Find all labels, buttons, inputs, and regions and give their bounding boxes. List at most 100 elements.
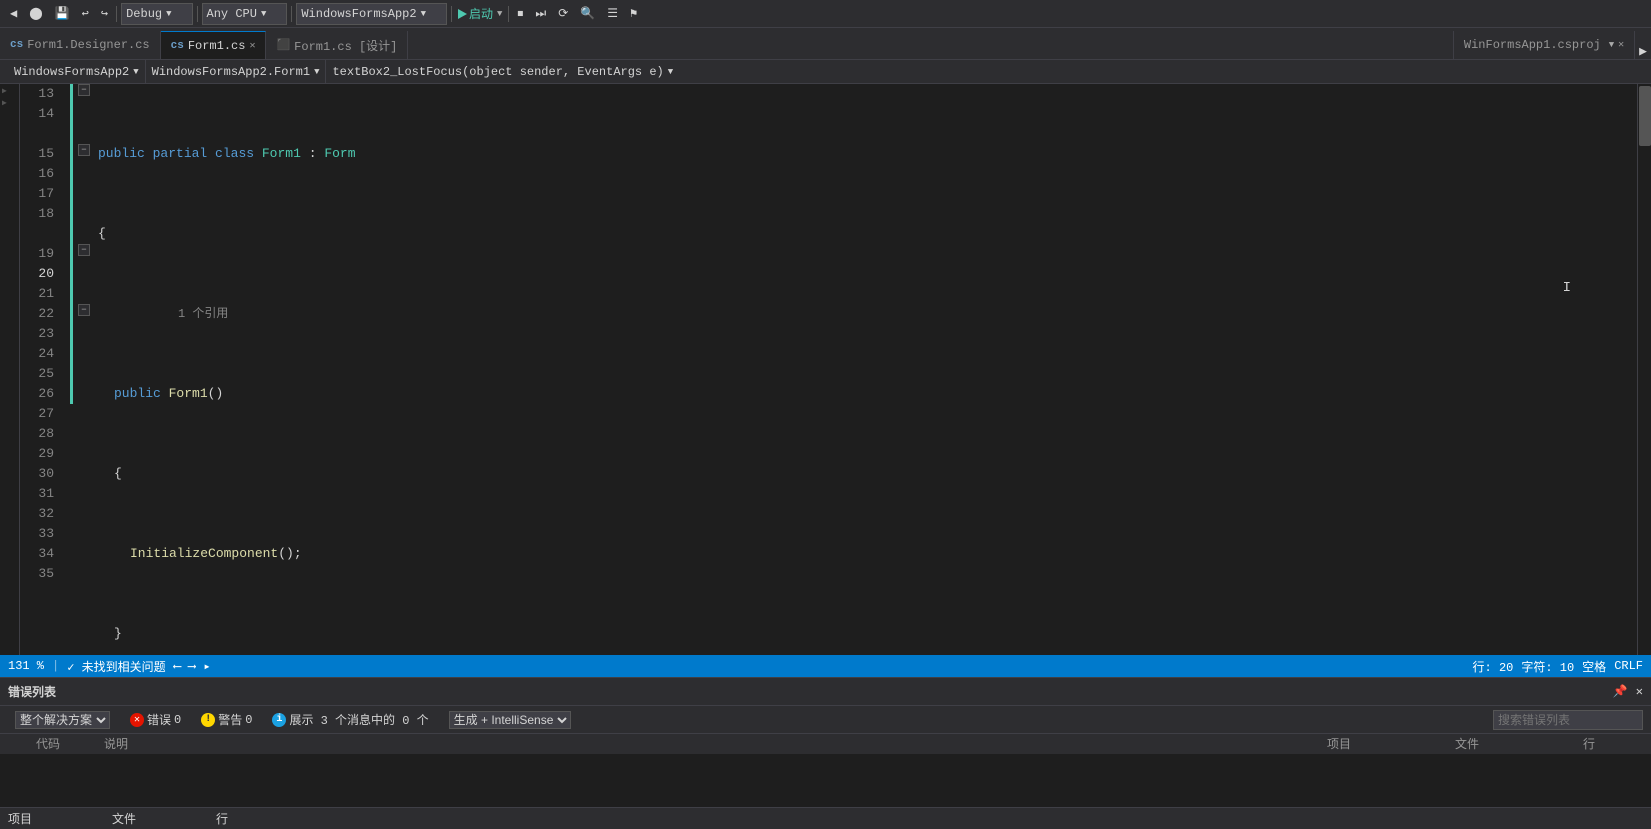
debug-label: Debug [126, 7, 162, 21]
error-toolbar: 整个解决方案 ✕ 错误 0 ! 警告 0 i 展示 3 个消息中的 0 个 生成… [0, 706, 1651, 734]
scope-filter[interactable]: 整个解决方案 [8, 708, 117, 732]
left-icon-2: ▶ [2, 98, 17, 108]
tab-cs-icon-designer: cs [10, 39, 23, 51]
doc-info-right[interactable]: textBox2_LostFocus(object sender, EventA… [326, 60, 679, 83]
pin-btn[interactable]: 📌 [1613, 684, 1628, 699]
status-no-issues: ✓ 未找到相关问题 [67, 658, 165, 675]
punct-colon: : [309, 144, 317, 164]
tab-form1design[interactable]: ⬛ Form1.cs [设计] [266, 31, 408, 59]
toolbar-icon6[interactable]: ⚑ [624, 0, 643, 27]
line-numbers: 13 14 15 16 17 18 19 20 21 22 23 24 25 2… [20, 84, 70, 655]
linenum-34: 34 [20, 544, 62, 564]
status-nav[interactable]: ⟵ ⟶ [174, 659, 196, 674]
project-label: WindowsFormsApp2 [301, 7, 416, 21]
bottom-line-label: 行 [216, 810, 228, 827]
code-margin: − − − − [70, 84, 94, 655]
tab-form1designer[interactable]: cs Form1.Designer.cs [0, 31, 161, 59]
close-panel-btn[interactable]: ✕ [1636, 684, 1643, 699]
error-label: 错误 [147, 711, 171, 728]
scrollbar-thumb[interactable] [1639, 86, 1651, 146]
error-panel-header: 错误列表 📌 ✕ [0, 678, 1651, 706]
main-area: ▶ ▶ 13 14 15 16 17 18 19 20 21 22 23 24 [0, 84, 1651, 655]
tab-close-csproj[interactable]: ✕ [1618, 39, 1624, 51]
toolbar-icon3[interactable]: ⟳ [552, 0, 574, 27]
error-filter-btn[interactable]: ✕ 错误 0 [123, 708, 188, 731]
toolbar-sep1 [116, 6, 117, 22]
linenum-30: 30 [20, 464, 62, 484]
toolbar-icon1[interactable]: ⏹ [511, 0, 529, 27]
status-row: 行: 20 [1473, 658, 1514, 675]
doc-info-middle-label: WindowsFormsApp2.Form1 [152, 65, 310, 79]
error-table-header: 代码 说明 项目 文件 行 [0, 734, 1651, 754]
error-search-input[interactable] [1493, 710, 1643, 730]
col-line: 行 [1583, 735, 1643, 752]
toolbar-save-all[interactable]: 💾 [49, 0, 76, 27]
cpu-label: Any CPU [207, 7, 257, 21]
code-line-18: } [98, 624, 1637, 644]
linenum-27: 27 [20, 404, 62, 424]
linenum-24: 24 [20, 344, 62, 364]
tab-label-csproj: WinFormsApp1.csproj [1464, 38, 1601, 52]
col-description: 说明 [104, 735, 1319, 752]
toolbar-sep4 [451, 6, 452, 22]
build-btn[interactable]: 生成 + IntelliSense [442, 708, 578, 732]
code-line-16: { [98, 464, 1637, 484]
status-scroll[interactable]: ▸ [203, 659, 210, 674]
col-project: 项目 [1327, 735, 1447, 752]
top-toolbar: ◀ ⬤ 💾 ↩ ↪ Debug ▼ Any CPU ▼ WindowsForms… [0, 0, 1651, 28]
build-select[interactable]: 生成 + IntelliSense [449, 711, 571, 729]
toolbar-icon5[interactable]: ☰ [601, 0, 624, 27]
classname-form1: Form1 [262, 144, 301, 164]
toolbar-menu-back[interactable]: ◀ [4, 0, 23, 27]
fold-btn-15[interactable]: − [78, 144, 90, 156]
linenum-26: 26 [20, 384, 62, 404]
run-button[interactable]: 启动 ▼ [454, 5, 506, 22]
kw-public-15: public [114, 384, 161, 404]
debug-dropdown[interactable]: Debug ▼ [121, 3, 192, 25]
modified-bar [70, 84, 73, 404]
tab-close-form1[interactable]: ✕ [249, 40, 255, 52]
doc-info-middle[interactable]: WindowsFormsApp2.Form1 ▼ [146, 60, 327, 83]
tab-csproj[interactable]: WinFormsApp1.csproj ▼ ✕ [1453, 31, 1635, 59]
doc-info-left-label: WindowsFormsApp2 [14, 65, 129, 79]
status-zoom[interactable]: 131 % [8, 659, 44, 673]
scope-select[interactable]: 整个解决方案 [15, 711, 110, 729]
linenum-23: 23 [20, 324, 62, 344]
code-area[interactable]: 13 14 15 16 17 18 19 20 21 22 23 24 25 2… [20, 84, 1651, 655]
tab-form1[interactable]: cs Form1.cs ✕ [161, 31, 267, 59]
doc-info-left[interactable]: WindowsFormsApp2 ▼ [8, 60, 146, 83]
fold-btn-22[interactable]: − [78, 304, 90, 316]
linenum-18: 18 [20, 204, 62, 224]
left-gutter: ▶ ▶ [0, 84, 20, 655]
tab-design-icon: ⬛ [276, 38, 290, 52]
tab-nav-right[interactable]: ▶ [1635, 44, 1651, 59]
kw-public-13: public [98, 144, 145, 164]
message-filter-btn[interactable]: i 展示 3 个消息中的 0 个 [265, 708, 435, 731]
code-line-13: public partial class Form1 : Form [98, 144, 1637, 164]
toolbar-icon2[interactable]: ⏭ [529, 0, 552, 27]
linenum-21: 21 [20, 284, 62, 304]
right-scrollbar[interactable] [1637, 84, 1651, 655]
doc-info-right-label: textBox2_LostFocus(object sender, EventA… [332, 65, 663, 79]
doc-info-row: WindowsFormsApp2 ▼ WindowsFormsApp2.Form… [0, 60, 1651, 84]
fold-btn-19[interactable]: − [78, 244, 90, 256]
toolbar-icon4[interactable]: 🔍 [574, 0, 601, 27]
fold-btn-13[interactable]: − [78, 84, 90, 96]
linenum-15: 15 [20, 144, 62, 164]
code-content[interactable]: public partial class Form1 : Form { 1 个引… [94, 84, 1637, 655]
message-label: 展示 3 个消息中的 0 个 [289, 711, 428, 728]
tab-cs-icon-form1: cs [171, 40, 184, 52]
warning-filter-btn[interactable]: ! 警告 0 [194, 708, 259, 731]
toolbar-redo[interactable]: ↪ [95, 0, 114, 27]
toolbar-undo[interactable]: ↩ [76, 0, 95, 27]
error-count: 0 [174, 713, 181, 727]
linenum-17: 17 [20, 184, 62, 204]
warning-icon: ! [201, 713, 215, 727]
toolbar-menu-g[interactable]: ⬤ [23, 0, 48, 27]
status-col: 字符: 10 [1521, 658, 1574, 675]
project-dropdown[interactable]: WindowsFormsApp2 ▼ [296, 3, 447, 25]
bottom-file-label: 文件 [112, 810, 136, 827]
cpu-dropdown[interactable]: Any CPU ▼ [202, 3, 288, 25]
brace-close-18: } [114, 624, 122, 644]
warning-count: 0 [245, 713, 252, 727]
